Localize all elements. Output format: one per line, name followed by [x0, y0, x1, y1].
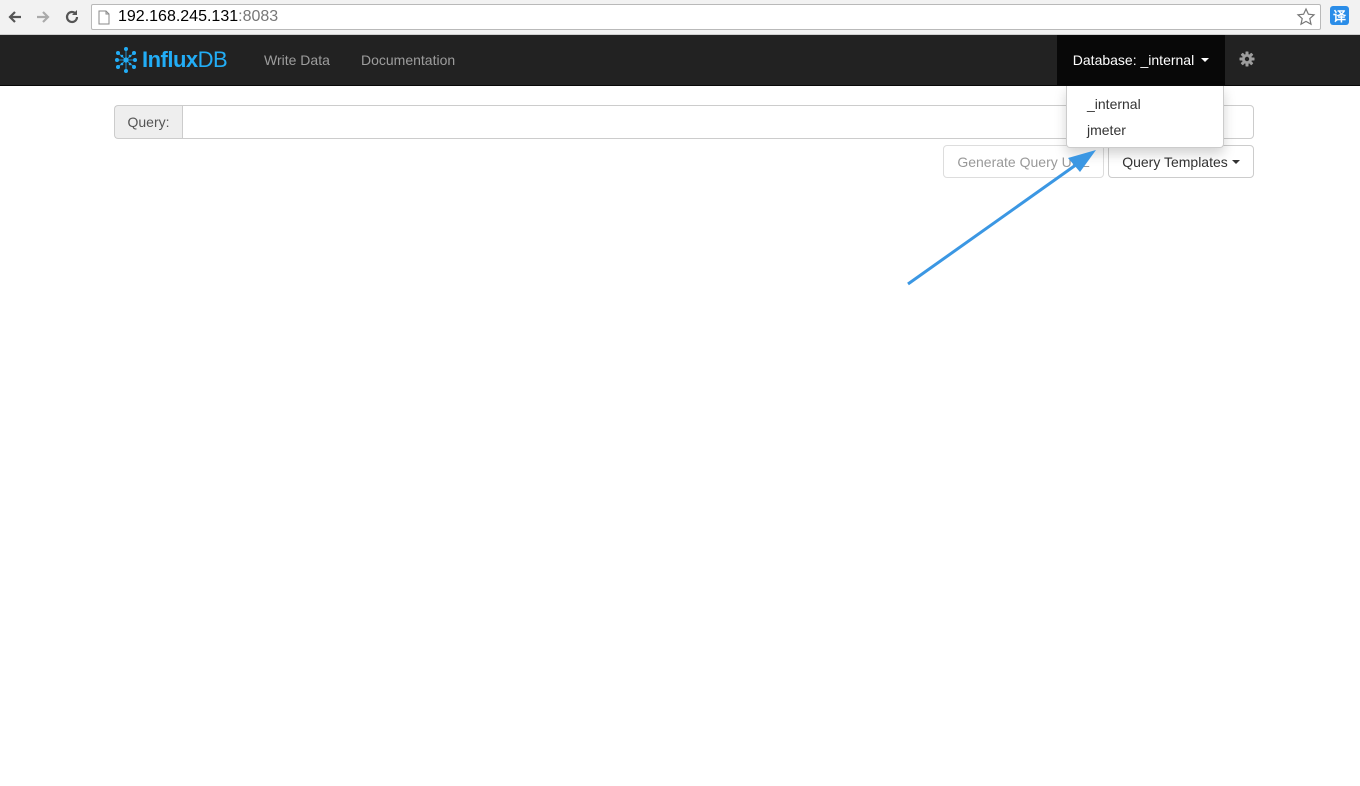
- caret-down-icon: [1201, 58, 1210, 62]
- generate-query-url-button[interactable]: Generate Query URL: [943, 145, 1104, 178]
- bookmark-star-icon[interactable]: [1296, 7, 1316, 27]
- database-option-jmeter[interactable]: jmeter: [1067, 118, 1223, 144]
- query-label: Query:: [114, 105, 182, 139]
- navbar: InfluxDB Write Data Documentation Databa…: [0, 35, 1360, 86]
- browser-toolbar: 192.168.245.131:8083 译: [0, 0, 1360, 35]
- reload-icon[interactable]: [61, 6, 83, 28]
- nav-write-data[interactable]: Write Data: [264, 52, 330, 68]
- brand-name: InfluxDB: [142, 47, 228, 72]
- database-label: Database: _internal: [1072, 52, 1195, 68]
- database-dropdown-toggle[interactable]: Database: _internal: [1057, 35, 1225, 85]
- gear-icon[interactable]: [1238, 50, 1256, 68]
- database-dropdown-menu: _internal jmeter: [1066, 86, 1224, 148]
- query-templates-label: Query Templates: [1122, 153, 1228, 170]
- brand-logo[interactable]: InfluxDB: [114, 45, 228, 75]
- query-templates-button[interactable]: Query Templates: [1108, 145, 1254, 178]
- database-option-internal[interactable]: _internal: [1067, 92, 1223, 118]
- forward-icon[interactable]: [32, 6, 54, 28]
- influxdb-logo-icon: [115, 47, 137, 73]
- url-text: 192.168.245.131:8083: [118, 8, 279, 25]
- page-icon: [98, 10, 110, 25]
- caret-down-icon: [1231, 159, 1240, 164]
- back-icon[interactable]: [4, 6, 26, 28]
- nav-documentation[interactable]: Documentation: [361, 52, 455, 68]
- address-bar[interactable]: 192.168.245.131:8083: [91, 4, 1321, 30]
- translate-icon[interactable]: 译: [1330, 6, 1349, 25]
